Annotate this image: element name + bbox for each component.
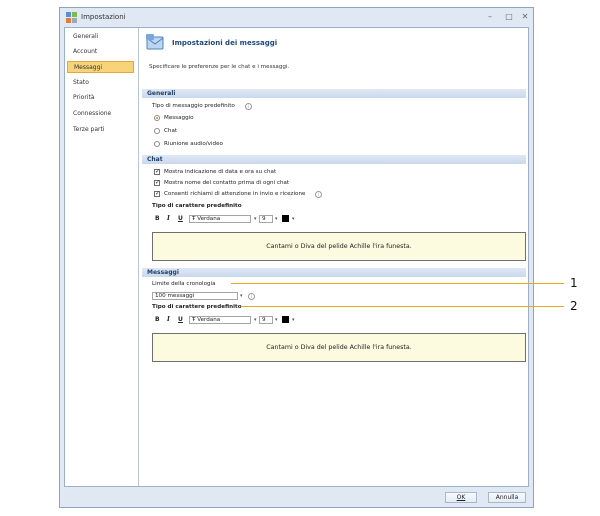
history-limit-select[interactable]: 100 messaggi <box>152 292 238 300</box>
font-glyph-icon: Ŧ <box>192 317 196 323</box>
checkbox-attention-label: Consenti richiami di attenzione in invio… <box>164 191 306 197</box>
sidebar-item-connessione[interactable]: Connessione <box>67 108 134 120</box>
sidebar-item-generali[interactable]: Generali <box>67 31 134 43</box>
font-color-swatch[interactable] <box>282 215 289 222</box>
cancel-button[interactable]: Annulla <box>488 492 526 503</box>
default-message-type-label: Tipo di messaggio predefinito <box>152 103 235 109</box>
radio-messaggio-label: Messaggio <box>164 115 194 121</box>
radio-messaggio[interactable] <box>154 115 160 121</box>
message-envelope-icon <box>146 34 164 50</box>
chat-font-preview: Cantami o Diva del pelide Achille l'ira … <box>152 232 526 261</box>
chevron-down-icon[interactable]: ▾ <box>292 216 295 222</box>
underline-button[interactable]: U <box>178 316 183 323</box>
radio-chat-label: Chat <box>164 128 178 134</box>
chevron-down-icon[interactable]: ▾ <box>240 293 243 299</box>
section-generali: Generali <box>142 89 526 98</box>
callout-line-1 <box>231 283 564 284</box>
message-font-label: Tipo di carattere predefinito <box>152 304 242 310</box>
checkbox-timestamp[interactable]: ✓ <box>154 169 160 175</box>
font-family-value: Verdana <box>197 317 221 323</box>
radio-riunione[interactable] <box>154 141 160 147</box>
settings-content: Impostazioni dei messaggi Specificare le… <box>140 28 528 486</box>
radio-chat[interactable] <box>154 128 160 134</box>
callout-line-2 <box>241 306 564 307</box>
minimize-button[interactable]: – <box>484 11 496 23</box>
callout-number-2: 2 <box>570 299 578 313</box>
font-glyph-icon: Ŧ <box>192 216 196 222</box>
chevron-down-icon[interactable]: ▾ <box>275 216 278 222</box>
font-size-select[interactable]: 9 <box>259 215 273 223</box>
ok-button[interactable]: OK <box>445 492 477 503</box>
bold-button[interactable]: B <box>155 215 160 222</box>
checkbox-timestamp-label: Mostra indicazione di data e ora su chat <box>164 169 277 175</box>
settings-window: Impostazioni – □ ✕ Generali Account Mess… <box>59 7 534 508</box>
info-icon[interactable]: i <box>315 191 322 198</box>
client-area: Generali Account Messaggi Stato Priorità… <box>64 27 529 487</box>
checkbox-attention[interactable]: ✓ <box>154 191 160 197</box>
maximize-button[interactable]: □ <box>503 11 515 23</box>
font-color-swatch[interactable] <box>282 316 289 323</box>
sidebar-item-stato[interactable]: Stato <box>67 77 134 89</box>
font-family-value: Verdana <box>197 216 221 222</box>
message-font-preview: Cantami o Diva del pelide Achille l'ira … <box>152 333 526 362</box>
italic-button[interactable]: I <box>167 316 170 323</box>
bold-button[interactable]: B <box>155 316 160 323</box>
sidebar-item-priorita[interactable]: Priorità <box>67 92 134 104</box>
sidebar-item-terze-parti[interactable]: Terze parti <box>67 124 134 136</box>
page-title: Impostazioni dei messaggi <box>172 39 278 47</box>
history-limit-label: Limite della cronologia <box>152 281 216 287</box>
sidebar-item-messaggi[interactable]: Messaggi <box>67 61 134 73</box>
checkbox-contact-name-label: Mostra nome del contatto prima di ogni c… <box>164 180 290 186</box>
info-icon[interactable]: i <box>245 103 252 110</box>
close-button[interactable]: ✕ <box>519 11 531 23</box>
font-size-select[interactable]: 9 <box>259 316 273 324</box>
title-bar: Impostazioni – □ ✕ <box>60 8 533 29</box>
font-family-select[interactable]: Ŧ Verdana <box>189 215 251 223</box>
font-family-select[interactable]: Ŧ Verdana <box>189 316 251 324</box>
chevron-down-icon[interactable]: ▾ <box>275 317 278 323</box>
app-icon <box>66 12 77 23</box>
info-icon[interactable]: i <box>248 293 255 300</box>
chevron-down-icon[interactable]: ▾ <box>254 317 257 323</box>
underline-button[interactable]: U <box>178 215 183 222</box>
callout-number-1: 1 <box>570 276 578 290</box>
sidebar-nav: Generali Account Messaggi Stato Priorità… <box>65 28 139 486</box>
chevron-down-icon[interactable]: ▾ <box>254 216 257 222</box>
checkbox-contact-name[interactable]: ✓ <box>154 180 160 186</box>
section-messaggi: Messaggi <box>142 268 526 277</box>
page-description: Specificare le preferenze per le chat e … <box>149 64 290 70</box>
italic-button[interactable]: I <box>167 215 170 222</box>
radio-riunione-label: Riunione audio/video <box>164 141 223 147</box>
chevron-down-icon[interactable]: ▾ <box>292 317 295 323</box>
window-title: Impostazioni <box>81 13 126 21</box>
section-chat: Chat <box>142 155 526 164</box>
chat-font-label: Tipo di carattere predefinito <box>152 203 242 209</box>
sidebar-item-account[interactable]: Account <box>67 46 134 58</box>
